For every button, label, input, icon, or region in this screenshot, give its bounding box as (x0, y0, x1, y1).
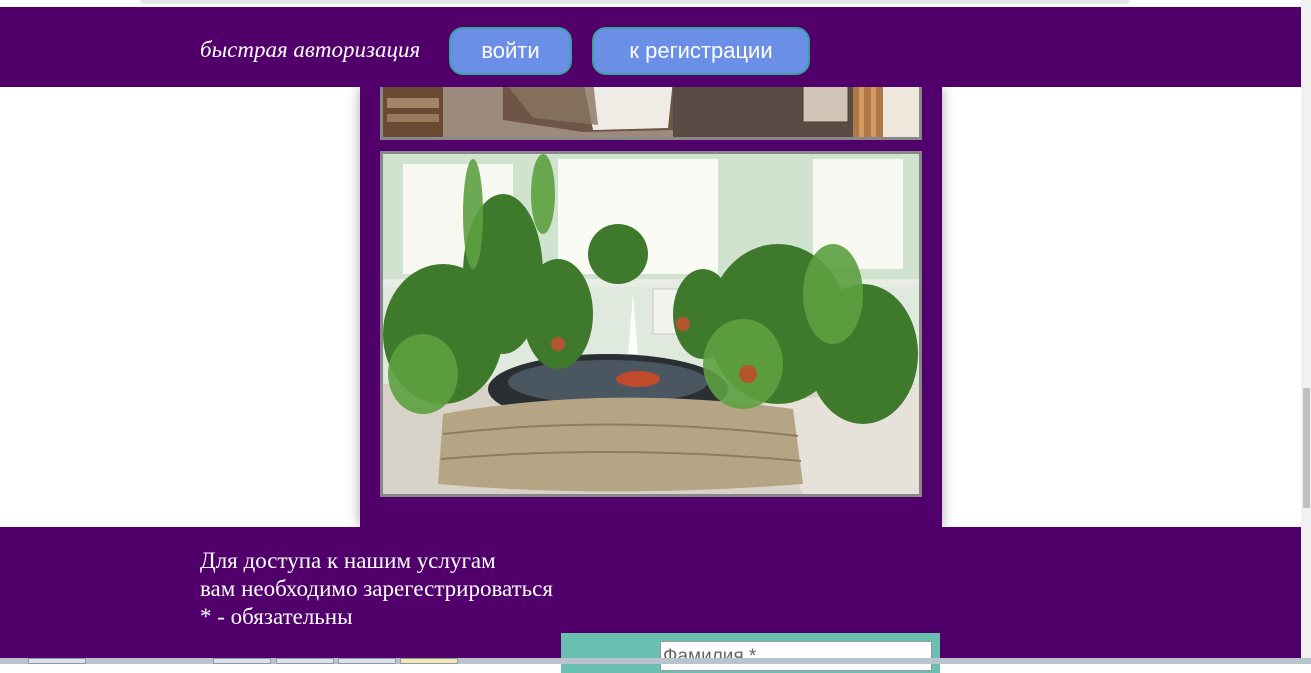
taskbar-item[interactable] (213, 658, 271, 664)
os-taskbar (0, 658, 1311, 664)
required-fields-note: * - обязательны (200, 604, 353, 629)
registration-notice: Для доступа к нашим услугам вам необходи… (200, 547, 553, 631)
winter-garden-image (383, 154, 919, 494)
registration-notice-line1: Для доступа к нашим услугам (200, 548, 496, 573)
registration-section: Для доступа к нашим услугам вам необходи… (0, 527, 1301, 673)
taskbar-item-active[interactable] (400, 658, 458, 664)
registration-notice-line2: вам необходимо зарегестрироваться (200, 576, 553, 601)
registration-form (561, 633, 940, 673)
login-button[interactable]: войти (449, 27, 572, 75)
plants-fountain-photo (380, 151, 922, 497)
scrollbar-thumb[interactable] (1303, 388, 1310, 508)
page-scrollbar[interactable] (1301, 0, 1311, 664)
gallery-column (360, 77, 942, 527)
register-button[interactable]: к регистрации (592, 27, 810, 75)
browser-top-strip (0, 0, 1301, 7)
quick-auth-label: быстрая авторизация (200, 37, 421, 62)
site-header: быстрая авторизация войти к регистрации (0, 7, 1301, 87)
surname-field[interactable] (660, 641, 932, 671)
taskbar-item[interactable] (28, 658, 86, 664)
taskbar-item[interactable] (276, 658, 334, 664)
taskbar-item[interactable] (338, 658, 396, 664)
browser-top-pill (140, 0, 1130, 4)
hotel-room-image (383, 80, 919, 137)
